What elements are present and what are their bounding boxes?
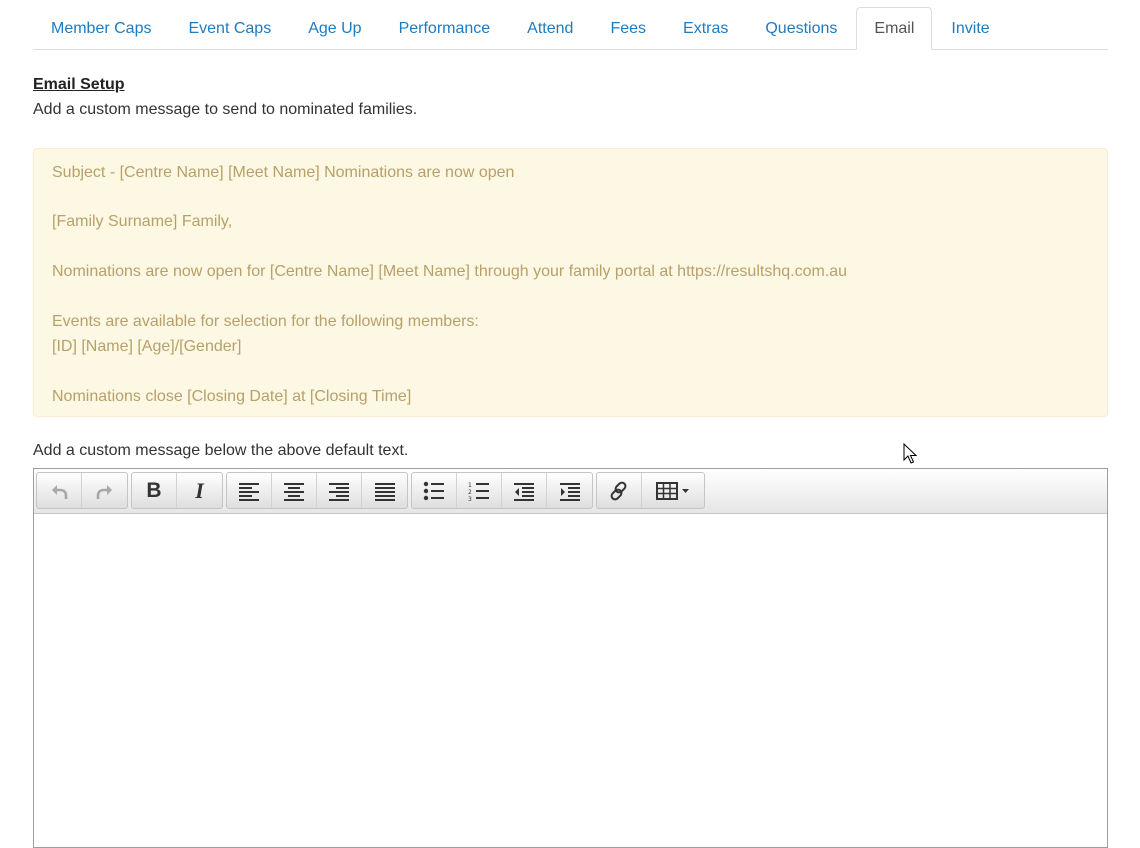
indent-button[interactable]	[547, 473, 592, 508]
default-open-line: Nominations are now open for [Centre Nam…	[52, 263, 848, 280]
bullet-list-icon	[423, 481, 444, 500]
tab-invite[interactable]: Invite	[933, 7, 1007, 49]
align-group	[226, 472, 408, 509]
mouse-cursor-icon	[903, 443, 917, 464]
tab-performance[interactable]: Performance	[381, 7, 509, 49]
undo-button[interactable]	[37, 473, 82, 508]
tab-fees[interactable]: Fees	[592, 7, 664, 49]
tab-age-up[interactable]: Age Up	[290, 7, 379, 49]
bullet-list-button[interactable]	[412, 473, 457, 508]
outdent-button[interactable]	[502, 473, 547, 508]
svg-text:3: 3	[468, 496, 472, 501]
tab-questions[interactable]: Questions	[747, 7, 855, 49]
italic-button[interactable]: I	[177, 473, 222, 508]
link-button[interactable]	[597, 473, 642, 508]
tab-event-caps[interactable]: Event Caps	[170, 7, 289, 49]
table-button[interactable]	[642, 473, 704, 508]
email-setup-title: Email Setup	[33, 76, 125, 93]
insert-group	[596, 472, 705, 509]
svg-text:1: 1	[468, 482, 472, 489]
table-icon	[656, 481, 689, 500]
tab-email[interactable]: Email	[856, 7, 933, 50]
align-center-button[interactable]	[272, 473, 317, 508]
list-group: 1 2 3	[411, 472, 593, 509]
default-subject: Subject - [Centre Name] [Meet Name] Nomi…	[52, 164, 515, 181]
format-group: B I	[131, 472, 223, 509]
default-member-line: [ID] [Name] [Age]/[Gender]	[52, 338, 242, 355]
align-left-icon	[239, 482, 259, 501]
email-setup-description: Add a custom message to send to nominate…	[33, 101, 418, 118]
align-right-button[interactable]	[317, 473, 362, 508]
align-right-icon	[329, 482, 349, 501]
default-greeting: [Family Surname] Family,	[52, 213, 233, 230]
bold-button[interactable]: B	[132, 473, 177, 508]
custom-message-editor[interactable]	[34, 514, 1107, 847]
redo-button[interactable]	[82, 473, 127, 508]
settings-tabs: Member Caps Event Caps Age Up Performanc…	[33, 7, 1108, 50]
outdent-icon	[514, 482, 534, 501]
default-events-line: Events are available for selection for t…	[52, 313, 479, 330]
tab-member-caps[interactable]: Member Caps	[33, 7, 169, 49]
italic-icon: I	[195, 477, 204, 503]
default-close-line: Nominations close [Closing Date] at [Clo…	[52, 388, 412, 405]
align-justify-icon	[374, 482, 395, 501]
history-group	[36, 472, 128, 509]
align-justify-button[interactable]	[362, 473, 407, 508]
indent-icon	[559, 482, 580, 501]
editor-toolbar: B I 1 2 3	[34, 469, 1107, 514]
svg-text:2: 2	[468, 489, 472, 496]
align-center-icon	[284, 482, 304, 501]
rich-text-editor: B I 1 2 3	[33, 468, 1108, 848]
link-icon	[610, 481, 627, 500]
align-left-button[interactable]	[227, 473, 272, 508]
bold-icon: B	[146, 478, 162, 502]
custom-message-label: Add a custom message below the above def…	[33, 442, 409, 459]
tab-attend[interactable]: Attend	[509, 7, 591, 49]
numbered-list-button[interactable]: 1 2 3	[457, 473, 502, 508]
default-message-box: Subject - [Centre Name] [Meet Name] Nomi…	[33, 148, 1108, 417]
redo-icon	[96, 484, 112, 499]
numbered-list-icon: 1 2 3	[468, 482, 489, 501]
tab-extras[interactable]: Extras	[665, 7, 746, 49]
undo-icon	[52, 484, 68, 499]
